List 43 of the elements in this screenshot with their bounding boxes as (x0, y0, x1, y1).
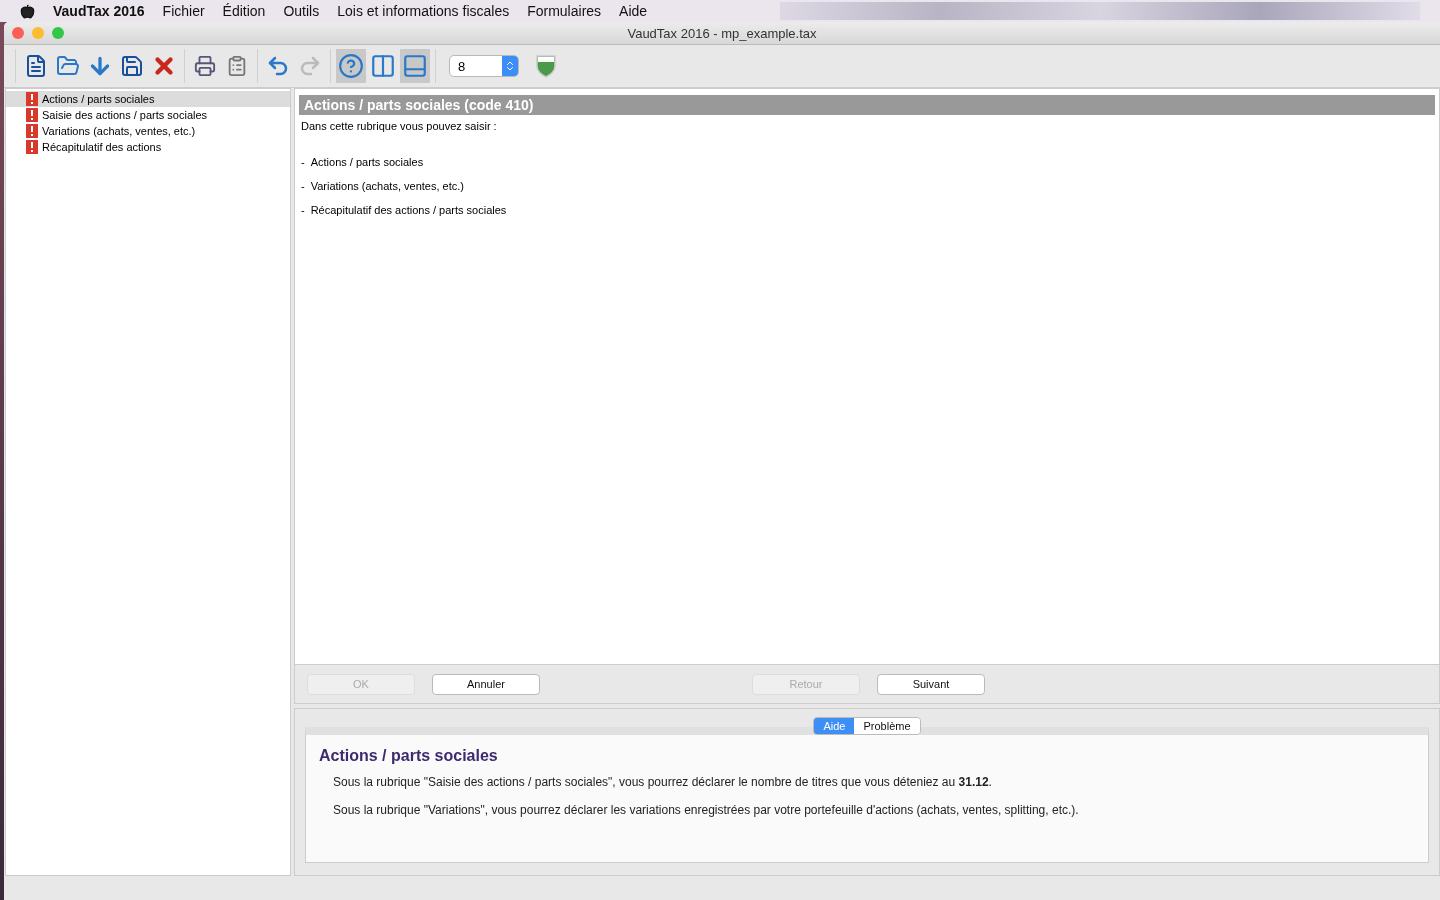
menu-item[interactable]: Édition (222, 3, 266, 19)
menu-item[interactable]: Fichier (162, 3, 205, 19)
warning-icon (26, 140, 38, 154)
redo-icon (298, 54, 322, 78)
intro-text: Dans cette rubrique vous pouvez saisir : (301, 120, 498, 132)
dialog-button[interactable]: Annuler (432, 673, 540, 695)
list-item-text: Récapitulatif des actions / parts sociales (310, 204, 507, 216)
window-title: VaudTax 2016 - mp_example.tax (627, 25, 817, 41)
chevron-up-down-icon (504, 60, 516, 72)
apple-logo-icon[interactable] (20, 3, 35, 19)
layout-toggle-button[interactable] (400, 49, 430, 83)
clipboard-icon (226, 55, 248, 77)
close-button[interactable] (12, 27, 24, 39)
list-dash: - (301, 156, 305, 168)
sidebar-item[interactable]: Variations (achats, ventes, etc.) (6, 123, 290, 139)
list-item-text: Variations (achats, ventes, etc.) (310, 180, 464, 192)
help-paragraph: Sous la rubrique "Variations", vous pourrez déclarer les variations enregistrées par votre portefeuille d'actions (achats, ventes, splitting, etc.). (333, 803, 1080, 817)
sidebar-item-label: Variations (achats, ventes, etc.) (42, 125, 196, 137)
dialog-button[interactable]: Suivant (877, 673, 985, 695)
help-paragraph: Sous la rubrique "Saisie des actions / parts sociales", vous pourrez déclarer le nombre de titres que vous déteniez au 31.12. (333, 775, 993, 789)
menu-item[interactable]: Aide (619, 3, 648, 19)
warning-icon (26, 124, 38, 138)
menu-item[interactable]: Formulaires (527, 3, 602, 19)
menu-item[interactable]: Lois et informations fiscales (337, 3, 510, 19)
section-heading: Actions / parts sociales (code 410) (299, 95, 1435, 115)
shield-logo-icon[interactable] (535, 54, 557, 78)
help-button[interactable] (336, 49, 366, 83)
sidebar-item[interactable]: Actions / parts sociales (6, 91, 290, 107)
help-tab[interactable]: Problème (854, 718, 920, 734)
sidebar-item[interactable]: Récapitulatif des actions (6, 139, 290, 155)
list-dash: - (301, 180, 305, 192)
list-dash: - (301, 204, 305, 216)
list-item-text: Actions / parts sociales (310, 156, 424, 168)
warning-icon (26, 108, 38, 122)
help-title: Actions / parts sociales (319, 747, 499, 765)
warning-icon (26, 92, 38, 106)
sidebar-item-label: Saisie des actions / parts sociales (42, 109, 208, 121)
menu-item[interactable]: Outils (283, 3, 320, 19)
sidebar-item-label: Actions / parts sociales (42, 93, 155, 105)
sidebar-item[interactable]: Saisie des actions / parts sociales (6, 107, 290, 123)
app-menu[interactable]: VaudTax 2016 (53, 3, 145, 19)
sidebar-item-label: Récapitulatif des actions (42, 141, 162, 153)
zoom-select[interactable]: 8 (449, 55, 519, 77)
